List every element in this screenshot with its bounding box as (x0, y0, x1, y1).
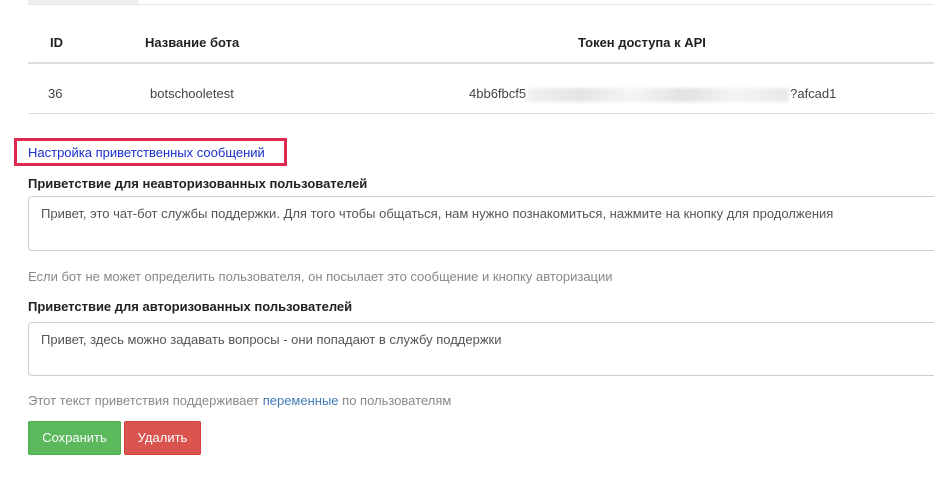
auth-greeting-label: Приветствие для авторизованных пользоват… (28, 299, 353, 314)
column-header-bot-name: Название бота (145, 35, 240, 50)
bots-table-header: ID Название бота Токен доступа к API (28, 22, 934, 64)
bot-id-cell: 36 (48, 86, 63, 101)
greeting-settings-link[interactable]: Настройка приветственных сообщений (28, 145, 265, 161)
unauth-greeting-textarea[interactable]: Привет, это чат-бот службы поддержки. Дл… (28, 196, 934, 251)
unauth-greeting-help: Если бот не может определить пользовател… (28, 269, 613, 284)
variables-help-before: Этот текст приветствия поддерживает (28, 393, 263, 408)
save-button[interactable]: Сохранить (28, 421, 121, 455)
table-row: 36 botschooletest 4bb6fbcf5 ?afcad1 (28, 74, 934, 114)
api-token-cell: 4bb6fbcf5 ?afcad1 (469, 74, 836, 114)
column-header-id: ID (50, 35, 63, 50)
bot-name-cell: botschooletest (150, 86, 234, 101)
api-token-start: 4bb6fbcf5 (469, 86, 527, 101)
api-token-end: ?afcad1 (790, 86, 837, 101)
column-header-api-token: Токен доступа к API (578, 35, 706, 50)
tab-divider (28, 4, 934, 5)
unauth-greeting-label: Приветствие для неавторизованных пользов… (28, 176, 368, 191)
variables-help-after: по пользователям (338, 393, 452, 408)
auth-greeting-textarea[interactable]: Привет, здесь можно задавать вопросы - о… (28, 322, 934, 376)
delete-button[interactable]: Удалить (124, 421, 201, 455)
token-redaction (527, 87, 790, 102)
variables-help: Этот текст приветствия поддерживает пере… (28, 393, 451, 409)
variables-link[interactable]: переменные (263, 393, 339, 408)
